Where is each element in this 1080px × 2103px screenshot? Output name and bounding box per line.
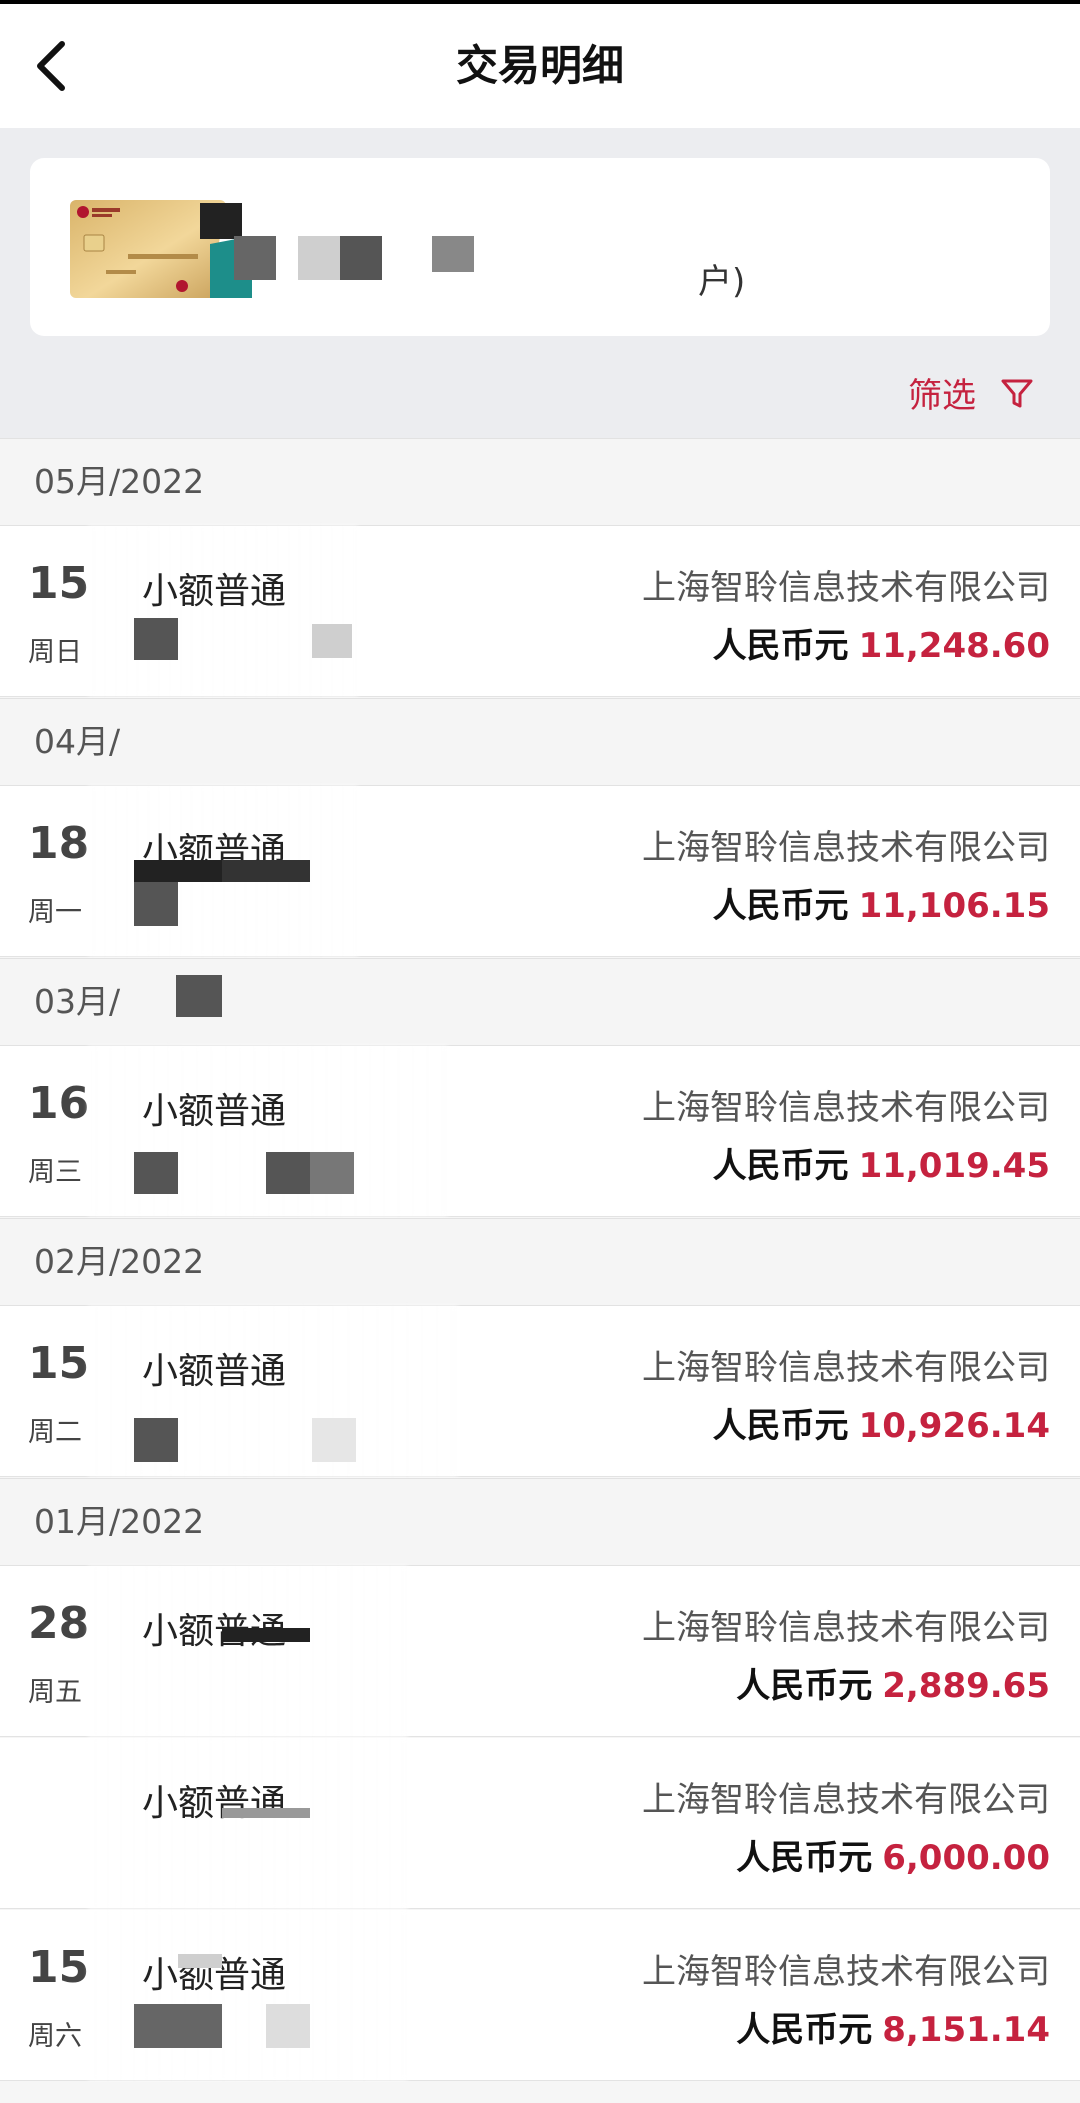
redacted-block — [222, 860, 310, 882]
transaction-amount-line: 人民币元 11,019.45 — [713, 1138, 1050, 1187]
transaction-company: 上海智聆信息技术有限公司 — [642, 1348, 1050, 1388]
transaction-amount-line: 人民币元 10,926.14 — [713, 1398, 1050, 1447]
transaction-company: 上海智聆信息技术有限公司 — [642, 1952, 1050, 1992]
transaction-day: 28 — [28, 1598, 90, 1649]
transaction-amount: 10,926.14 — [858, 1406, 1050, 1446]
transaction-weekday: 周二 — [28, 1417, 82, 1448]
transaction-weekday: 周三 — [28, 1157, 82, 1188]
transaction-currency: 人民币元 — [712, 1406, 849, 1446]
transaction-amount: 11,019.45 — [858, 1146, 1050, 1186]
redacted-block — [340, 236, 382, 280]
filter-label: 筛选 — [908, 376, 976, 416]
transaction-row[interactable]: 15 周日 小额普通 上海智聆信息技术有限公司 人民币元 11,248.60 — [0, 526, 1080, 697]
transaction-row[interactable]: 18 周一 小额普通 上海智聆信息技术有限公司 人民币元 11,106.15 — [0, 786, 1080, 957]
transaction-amount: 8,151.14 — [882, 2010, 1050, 2050]
transaction-company: 上海智聆信息技术有限公司 — [642, 1608, 1050, 1648]
month-label: 01月/2022 — [34, 1502, 205, 1541]
redacted-block — [432, 236, 474, 272]
transaction-currency: 人民币元 — [736, 1666, 873, 1706]
transaction-company: 上海智聆信息技术有限公司 — [642, 828, 1050, 868]
redacted-block — [312, 1418, 356, 1462]
page-title: 交易明细 — [455, 41, 624, 90]
redacted-block — [266, 2004, 310, 2048]
transaction-weekday: 周一 — [28, 897, 82, 928]
redacted-block — [134, 882, 178, 926]
transaction-day: 15 — [28, 1942, 90, 1993]
redacted-block — [134, 860, 222, 882]
redacted-block — [134, 618, 178, 660]
redacted-block — [310, 1152, 354, 1194]
transaction-row[interactable]: 小额普通 上海智聆信息技术有限公司 人民币元 6,000.00 — [0, 1738, 1080, 1909]
transaction-amount-line: 人民币元 8,151.14 — [736, 2002, 1050, 2051]
redacted-block — [176, 975, 222, 1017]
transaction-type: 小额普通 — [142, 1783, 287, 1824]
month-header: 02月/2022 — [0, 1218, 1080, 1306]
transaction-row[interactable]: 15 周二 小额普通 上海智聆信息技术有限公司 人民币元 10,926.14 — [0, 1306, 1080, 1477]
transaction-type: 小额普通 — [142, 571, 287, 612]
filter-button[interactable]: 筛选 — [908, 368, 1034, 417]
transaction-type: 小额普通 — [142, 1351, 287, 1392]
transaction-amount-line: 人民币元 11,248.60 — [713, 618, 1050, 667]
redacted-block — [298, 236, 340, 280]
transaction-amount-line: 人民币元 6,000.00 — [736, 1830, 1050, 1879]
redacted-block — [234, 236, 276, 280]
transaction-type: 小额普通 — [142, 1091, 287, 1132]
transaction-amount: 6,000.00 — [882, 1838, 1050, 1878]
transaction-currency: 人民币元 — [736, 1838, 873, 1878]
transaction-amount: 11,248.60 — [858, 626, 1050, 666]
filter-icon — [1001, 379, 1033, 407]
month-label: 05月/2022 — [34, 462, 205, 501]
transaction-currency: 人民币元 — [712, 886, 849, 926]
transaction-day: 15 — [28, 1338, 90, 1389]
month-header: 03月/ — [0, 958, 1080, 1046]
month-label: 04月/ — [34, 722, 121, 761]
transaction-amount-line: 人民币元 2,889.65 — [736, 1658, 1050, 1707]
transaction-company: 上海智聆信息技术有限公司 — [642, 1780, 1050, 1820]
transaction-row[interactable]: 28 周五 小额普通 上海智聆信息技术有限公司 人民币元 2,889.65 — [0, 1566, 1080, 1737]
redacted-block — [222, 1808, 310, 1818]
redacted-block — [222, 1628, 310, 1642]
transaction-weekday: 周五 — [28, 1677, 82, 1708]
transaction-company: 上海智聆信息技术有限公司 — [642, 568, 1050, 608]
month-label: 03月/ — [34, 982, 121, 1021]
account-suffix: 户) — [698, 262, 746, 302]
month-header: 05月/2022 — [0, 438, 1080, 526]
transaction-amount: 11,106.15 — [858, 886, 1050, 926]
month-label: 02月/2022 — [34, 1242, 205, 1281]
transaction-weekday: 周日 — [28, 637, 82, 668]
transaction-currency: 人民币元 — [736, 2010, 873, 2050]
transaction-currency: 人民币元 — [712, 626, 849, 666]
account-card[interactable]: 户) — [30, 158, 1050, 336]
month-header: 01月/2022 — [0, 1478, 1080, 1566]
redacted-block — [178, 1954, 222, 1968]
transaction-day: 15 — [28, 558, 90, 609]
redacted-block — [266, 1152, 310, 1194]
redacted-block — [134, 1152, 178, 1194]
redacted-block — [134, 1418, 178, 1462]
redacted-block — [200, 203, 242, 239]
transaction-day: 16 — [28, 1078, 90, 1129]
redacted-block — [312, 624, 352, 658]
transaction-company: 上海智聆信息技术有限公司 — [642, 1088, 1050, 1128]
transaction-day: 18 — [28, 818, 90, 869]
transaction-currency: 人民币元 — [712, 1146, 849, 1186]
month-header: 04月/ — [0, 698, 1080, 786]
transaction-row[interactable]: 15 周六 小额普通 上海智聆信息技术有限公司 人民币元 8,151.14 — [0, 1910, 1080, 2081]
transaction-amount: 2,889.65 — [882, 1666, 1050, 1706]
transaction-row[interactable]: 16 周三 小额普通 上海智聆信息技术有限公司 人民币元 11,019.45 — [0, 1046, 1080, 1217]
transaction-amount-line: 人民币元 11,106.15 — [713, 878, 1050, 927]
transaction-weekday: 周六 — [28, 2021, 82, 2052]
header: 交易明细 — [0, 4, 1080, 128]
redacted-block — [134, 2004, 222, 2048]
